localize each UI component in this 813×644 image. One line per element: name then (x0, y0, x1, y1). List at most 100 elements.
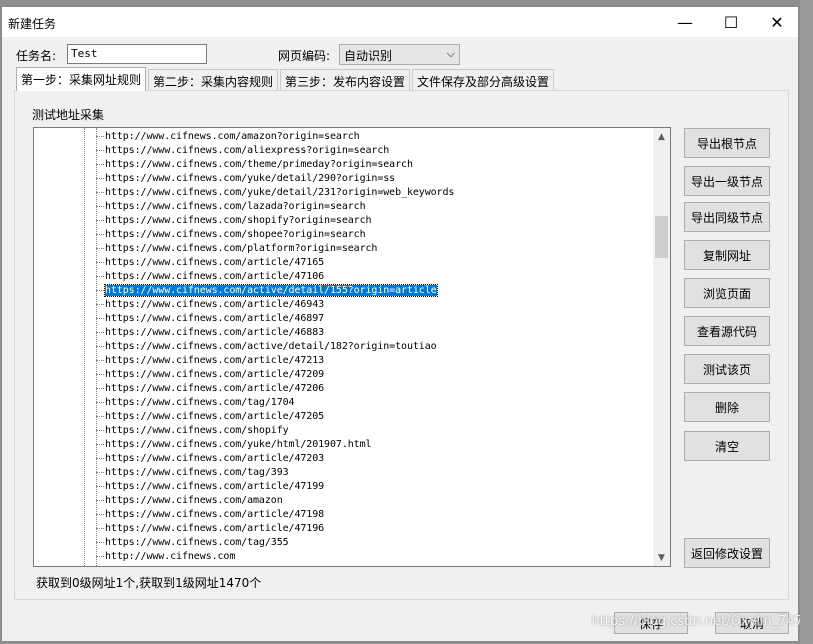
url-tree-item[interactable]: https://www.cifnews.com/article/47199 (96, 480, 324, 494)
url-tree-item[interactable]: https://www.cifnews.com/article/47196 (96, 522, 324, 536)
tree-branch-connector (96, 513, 104, 515)
tree-branch-connector (96, 471, 104, 473)
encoding-label: 网页编码: (278, 49, 331, 63)
tab-url-rules[interactable]: 第一步：采集网址规则 (16, 67, 147, 91)
url-tree-item[interactable]: https://www.cifnews.com/active/detail/18… (96, 340, 437, 354)
tree-branch-connector (96, 219, 104, 221)
url-tree-item[interactable]: http://www.cifnews.com (96, 550, 235, 564)
tree-branch-connector (96, 289, 104, 291)
url-tree-item-label: https://www.cifnews.com/article/47198 (105, 509, 325, 520)
tree-branch-connector (96, 499, 104, 501)
tree-branch-connector (96, 205, 104, 207)
tree-branch-connector (96, 345, 104, 347)
section-label: 测试地址采集 (32, 108, 105, 122)
tree-branch-connector (96, 429, 104, 431)
url-tree-item[interactable]: https://www.cifnews.com/shopee?origin=se… (96, 228, 366, 242)
url-tree-item[interactable]: https://www.cifnews.com/tag/1704 (96, 396, 295, 410)
url-tree-item-label: https://www.cifnews.com/active/detail/15… (104, 284, 438, 297)
clear-button[interactable]: 清空 (684, 431, 770, 461)
url-tree-item[interactable]: https://www.cifnews.com/article/46883 (96, 326, 324, 340)
tree-branch-connector (96, 457, 104, 459)
url-tree-item-label: https://www.cifnews.com/theme/primeday?o… (105, 159, 413, 170)
url-tree-item[interactable]: https://www.cifnews.com/lazada?origin=se… (96, 200, 366, 214)
view-source-button[interactable]: 查看源代码 (684, 316, 770, 346)
url-tree-item[interactable]: https://www.cifnews.com/article/47209 (96, 368, 324, 382)
url-tree-item-label: https://www.cifnews.com/shopee?origin=se… (105, 229, 366, 240)
url-tree-item[interactable]: https://www.cifnews.com/article/47205 (96, 410, 324, 424)
tree-branch-connector (96, 527, 104, 529)
url-tree-item-label: https://www.cifnews.com/yuke/detail/231?… (105, 187, 455, 198)
encoding-select-value: 自动识别 (344, 49, 393, 63)
browse-page-button[interactable]: 浏览页面 (684, 278, 770, 308)
scroll-down-arrow-icon[interactable]: ▼ (653, 549, 670, 566)
url-tree-item[interactable]: https://www.cifnews.com/shopify?origin=s… (96, 214, 372, 228)
tree-branch-connector (96, 275, 104, 277)
task-name-label: 任务名: (16, 49, 57, 63)
url-tree-item[interactable]: https://www.cifnews.com/yuke/html/201907… (96, 438, 372, 452)
url-tree-item[interactable]: https://www.cifnews.com/article/47165 (96, 256, 324, 270)
scroll-thumb[interactable] (655, 216, 668, 258)
tab-content-rules[interactable]: 第二步：采集内容规则 (148, 69, 279, 90)
test-page-button[interactable]: 测试该页 (684, 354, 770, 384)
url-tree-item[interactable]: https://www.cifnews.com/yuke/detail/290?… (96, 172, 395, 186)
copy-url-button[interactable]: 复制网址 (684, 240, 770, 270)
tab-file-save-settings[interactable]: 文件保存及部分高级设置 (412, 69, 555, 90)
url-tree-item[interactable]: https://www.cifnews.com/active/detail/15… (96, 284, 438, 298)
url-tree-item[interactable]: https://www.cifnews.com/tag/393 (96, 466, 289, 480)
url-tree-item-label: https://www.cifnews.com/article/46883 (105, 327, 325, 338)
url-tree-item[interactable]: https://www.cifnews.com/yuke/detail/231?… (96, 186, 454, 200)
url-tree-item[interactable]: https://www.cifnews.com/article/47213 (96, 354, 324, 368)
url-tree-item[interactable]: http://www.cifnews.com/amazon?origin=sea… (96, 130, 360, 144)
url-tree-item-label: https://www.cifnews.com/platform?origin=… (105, 243, 378, 254)
watermark: https://blog.csdn.net/Oxylin_747 (591, 614, 803, 629)
scroll-up-arrow-icon[interactable]: ▲ (653, 128, 670, 145)
close-button[interactable]: ✕ (754, 7, 800, 37)
minimize-button[interactable]: — (662, 7, 708, 37)
window-title: 新建任务 (8, 17, 57, 31)
url-tree-item-label: https://www.cifnews.com/article/46897 (105, 313, 325, 324)
url-tree-item-label: https://www.cifnews.com/tag/1704 (105, 397, 295, 408)
url-tree-item-label: https://www.cifnews.com/yuke/html/201907… (105, 439, 372, 450)
url-tree-item[interactable]: https://www.cifnews.com/article/47106 (96, 270, 324, 284)
url-tree-item[interactable]: https://www.cifnews.com/tag/355 (96, 536, 289, 550)
tree-branch-connector (96, 191, 104, 193)
maximize-button[interactable]: ☐ (708, 7, 754, 37)
url-tree-item[interactable]: https://www.cifnews.com/article/47206 (96, 382, 324, 396)
delete-button[interactable]: 删除 (684, 392, 770, 422)
tree-branch-connector (96, 233, 104, 235)
export-sibling-node-button[interactable]: 导出同级节点 (684, 202, 770, 232)
tree-branch-connector (96, 163, 104, 165)
url-tree-item[interactable]: https://www.cifnews.com/platform?origin=… (96, 242, 377, 256)
export-level1-node-button[interactable]: 导出一级节点 (684, 166, 770, 196)
url-tree-item[interactable]: https://www.cifnews.com/article/46897 (96, 312, 324, 326)
url-tree-item-label: https://www.cifnews.com/article/46943 (105, 299, 325, 310)
status-text: 获取到0级网址1个,获取到1级网址1470个 (36, 576, 262, 590)
url-tree-item[interactable]: https://www.cifnews.com/theme/primeday?o… (96, 158, 413, 172)
tree-branch-connector (96, 247, 104, 249)
back-to-settings-button[interactable]: 返回修改设置 (684, 538, 770, 568)
tree-branch-connector (96, 485, 104, 487)
encoding-select[interactable]: 自动识别 ⌵ (339, 44, 460, 65)
tree-branch-connector (96, 401, 104, 403)
title-bar: 新建任务 — ☐ ✕ (2, 7, 798, 37)
url-tree-item-label: https://www.cifnews.com/article/47206 (105, 383, 325, 394)
url-tree-item[interactable]: https://www.cifnews.com/amazon (96, 494, 283, 508)
export-root-node-button[interactable]: 导出根节点 (684, 128, 770, 158)
url-tree-item-label: https://www.cifnews.com/tag/393 (105, 467, 289, 478)
tree-branch-connector (96, 177, 104, 179)
url-tree-item[interactable]: https://www.cifnews.com/article/47203 (96, 452, 324, 466)
task-name-input[interactable]: Test (67, 44, 207, 64)
tree-branch-connector (96, 261, 104, 263)
list-scrollbar[interactable]: ▲ ▼ (653, 128, 670, 566)
url-tree-item[interactable]: https://www.cifnews.com/article/46943 (96, 298, 324, 312)
url-tree-item[interactable]: https://www.cifnews.com/aliexpress?origi… (96, 144, 389, 158)
url-tree-item-label: https://www.cifnews.com/article/47209 (105, 369, 325, 380)
url-tree-item-label: https://www.cifnews.com/article/47106 (105, 271, 325, 282)
url-tree-list[interactable]: http://www.cifnews.com/amazon?origin=sea… (33, 127, 671, 567)
url-tree-item[interactable]: https://www.cifnews.com/article/47198 (96, 508, 324, 522)
url-tree-item[interactable]: https://www.cifnews.com/shopify (96, 424, 289, 438)
tab-publish-settings[interactable]: 第三步：发布内容设置 (280, 69, 411, 90)
url-tree-item-label: https://www.cifnews.com/lazada?origin=se… (105, 201, 366, 212)
tree-branch-connector (96, 317, 104, 319)
tree-branch-connector (96, 541, 104, 543)
